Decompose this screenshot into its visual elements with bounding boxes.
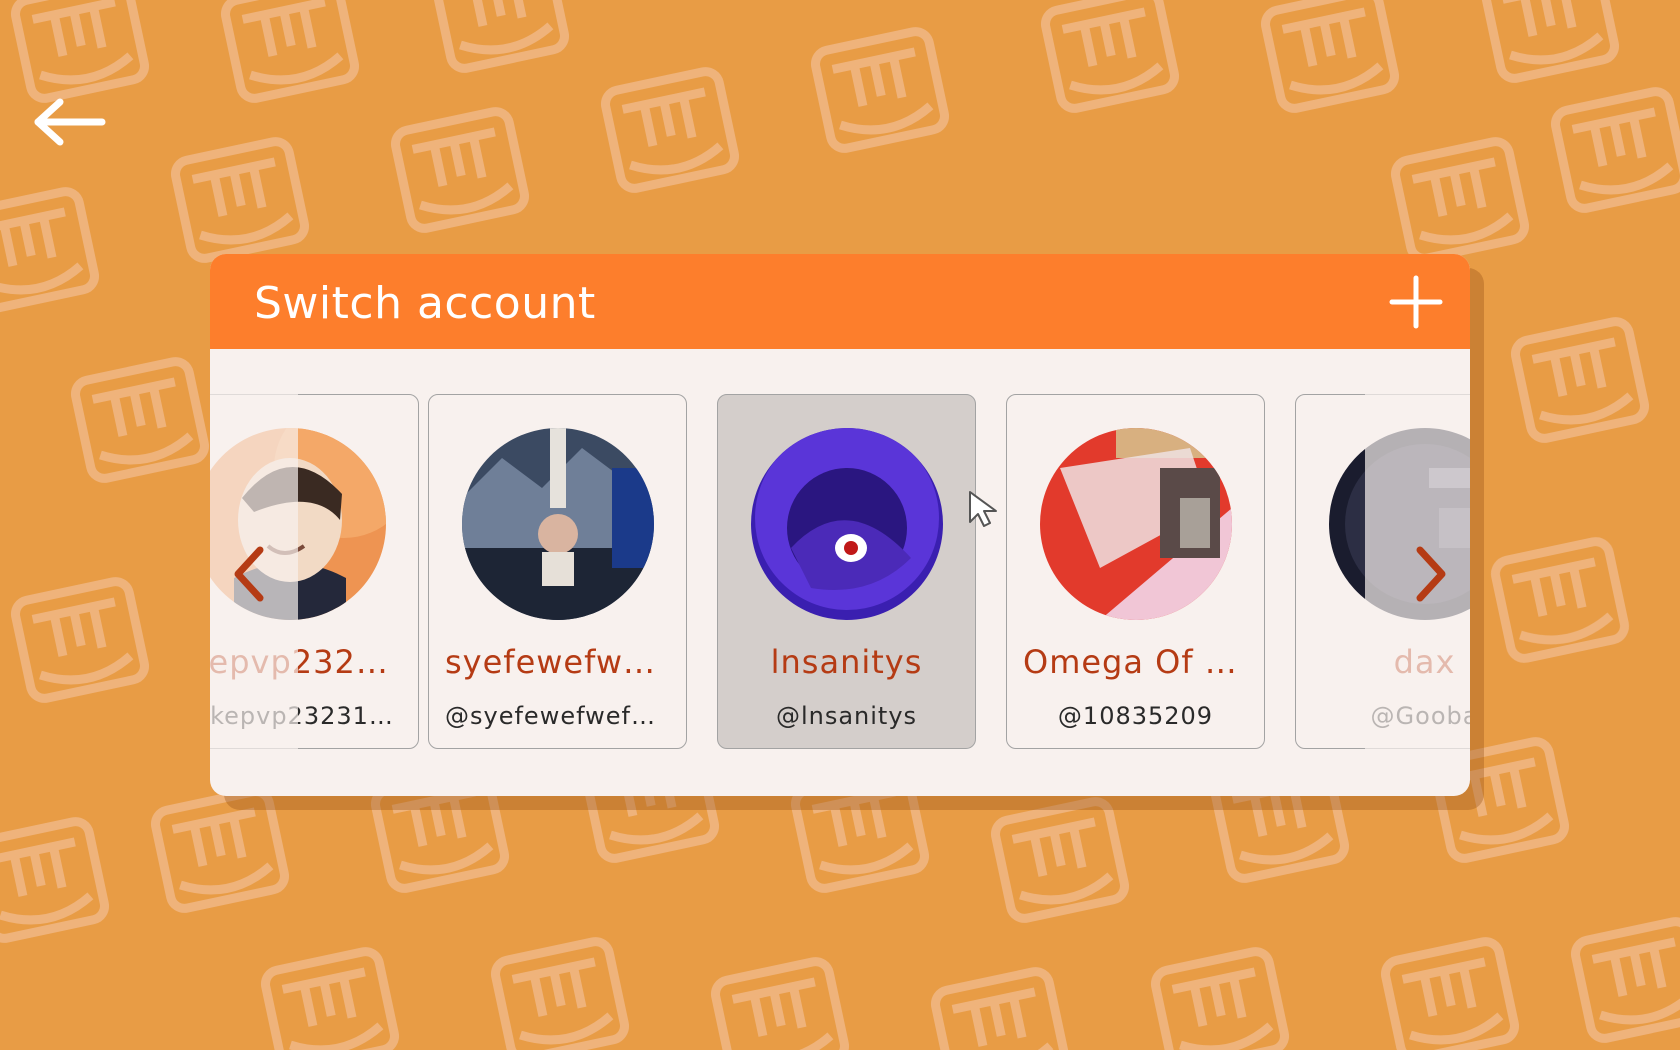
chevron-right-icon xyxy=(1416,546,1446,602)
avatar xyxy=(462,428,654,620)
mouse-cursor-icon xyxy=(969,491,997,527)
avatar xyxy=(1040,428,1232,620)
carousel-next-button[interactable] xyxy=(1408,534,1456,614)
chevron-left-icon xyxy=(234,546,264,602)
account-card[interactable]: Omega Of P… @10835209 xyxy=(1006,394,1265,749)
avatar xyxy=(751,428,943,620)
account-username: @lnsanitys xyxy=(775,702,918,730)
account-card[interactable]: syefewefwe… @syefewefwefe… xyxy=(428,394,687,749)
arrow-left-icon xyxy=(34,98,106,146)
account-display-name: syefewefwe… xyxy=(445,643,677,681)
switch-account-dialog: Switch account kepvp232… @kepvp xyxy=(210,254,1470,796)
add-account-button[interactable] xyxy=(1388,274,1444,330)
dialog-header: Switch account xyxy=(210,254,1470,349)
account-card-selected[interactable]: lnsanitys @lnsanitys xyxy=(717,394,976,749)
account-carousel: kepvp232… @kepvp23231… syefewefwe… @syef… xyxy=(210,394,1470,754)
carousel-prev-button[interactable] xyxy=(224,534,272,614)
account-username: @syefewefwefe… xyxy=(445,702,672,730)
dialog-title: Switch account xyxy=(254,278,596,329)
account-username: @10835209 xyxy=(1057,702,1214,730)
plus-icon xyxy=(1389,275,1443,329)
back-button[interactable] xyxy=(30,92,110,152)
account-display-name: Omega Of P… xyxy=(1023,643,1259,681)
account-display-name: lnsanitys xyxy=(770,643,923,681)
